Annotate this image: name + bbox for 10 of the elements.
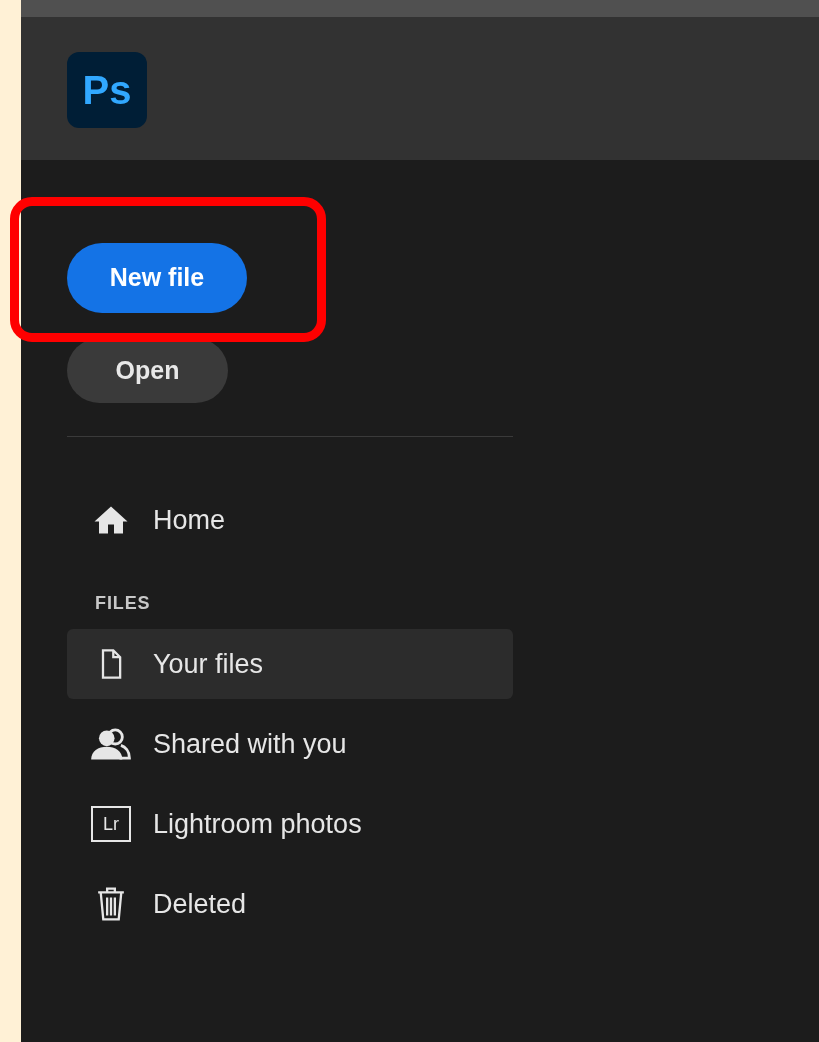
sidebar-item[interactable]: Home: [67, 485, 513, 555]
lightroom-icon: Lr: [91, 806, 131, 842]
app-logo: Ps: [67, 52, 147, 128]
new-file-button[interactable]: New file: [67, 243, 247, 313]
sidebar-item[interactable]: Deleted: [67, 869, 513, 939]
people-icon: [91, 727, 131, 761]
sidebar-item[interactable]: Lr Lightroom photos: [67, 789, 513, 859]
sidebar-item[interactable]: Your files: [67, 629, 513, 699]
section-heading: FILES: [94, 592, 152, 615]
sidebar-item[interactable]: Shared with you: [67, 709, 513, 779]
